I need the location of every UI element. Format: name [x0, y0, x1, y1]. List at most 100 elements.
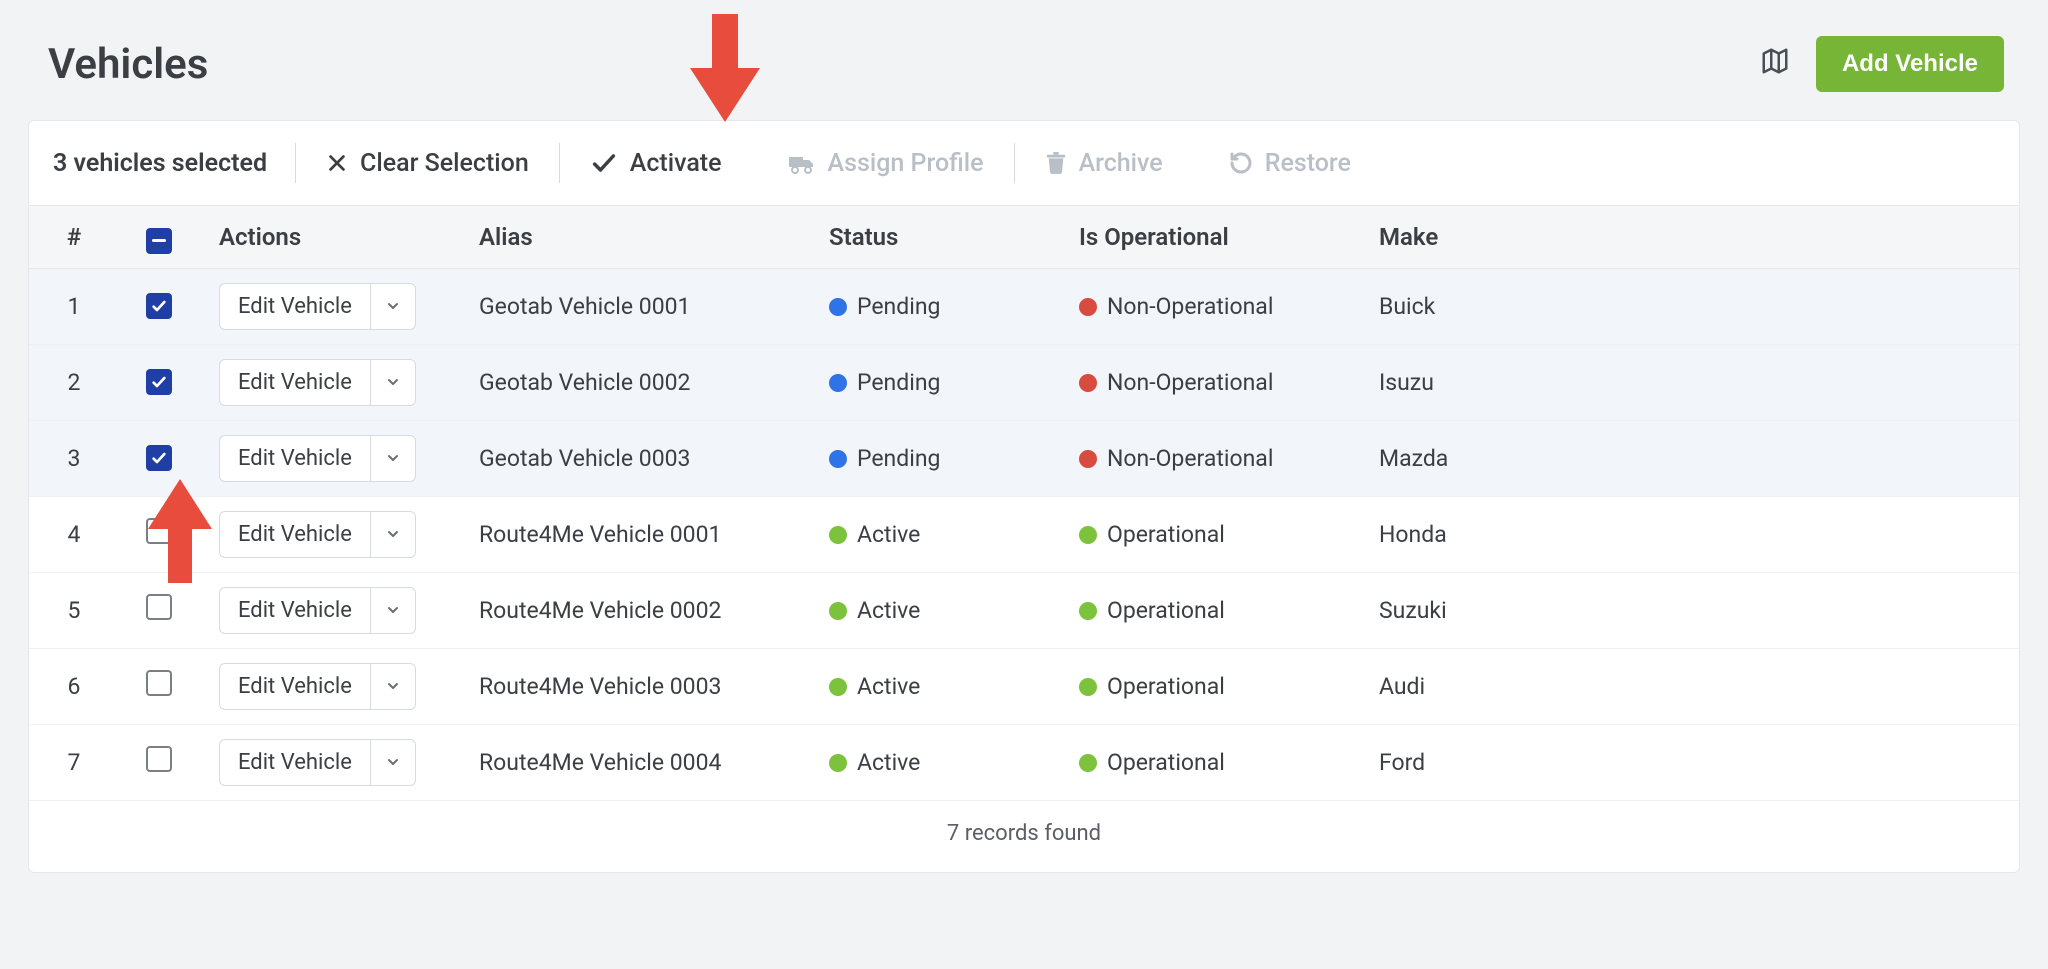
close-icon [326, 152, 348, 174]
cell-make: Suzuki [1359, 572, 2019, 648]
edit-vehicle-button[interactable]: Edit Vehicle [219, 739, 416, 786]
row-number: 2 [29, 344, 119, 420]
selected-count: 3 vehicles selected [53, 149, 267, 178]
edit-vehicle-caret[interactable] [370, 360, 415, 405]
assign-profile-label: Assign Profile [828, 149, 984, 178]
operational-dot-icon [1079, 450, 1097, 468]
row-checkbox[interactable] [146, 369, 172, 395]
status-dot-icon [829, 754, 847, 772]
table-row: 5 Edit Vehicle Route4Me Vehicle 0002 Act… [29, 572, 2019, 648]
edit-vehicle-label: Edit Vehicle [220, 588, 370, 633]
cell-alias: Route4Me Vehicle 0003 [459, 648, 809, 724]
add-vehicle-button[interactable]: Add Vehicle [1816, 36, 2004, 92]
cell-is-operational: Non-Operational [1059, 268, 1359, 344]
row-checkbox[interactable] [146, 445, 172, 471]
cell-status: Pending [809, 268, 1059, 344]
edit-vehicle-button[interactable]: Edit Vehicle [219, 435, 416, 482]
cell-is-operational: Operational [1059, 572, 1359, 648]
table-row: 4 Edit Vehicle Route4Me Vehicle 0001 Act… [29, 496, 2019, 572]
select-all-checkbox[interactable] [146, 228, 172, 254]
cell-make: Honda [1359, 496, 2019, 572]
cell-alias: Geotab Vehicle 0002 [459, 344, 809, 420]
archive-button[interactable]: Archive [1039, 145, 1169, 182]
cell-status: Active [809, 648, 1059, 724]
chevron-down-icon [385, 673, 401, 700]
vehicles-panel: 3 vehicles selected Clear Selection Acti… [28, 120, 2020, 873]
row-checkbox[interactable] [146, 293, 172, 319]
cell-status: Active [809, 572, 1059, 648]
status-dot-icon [829, 298, 847, 316]
assign-profile-button[interactable]: Assign Profile [782, 145, 990, 182]
chevron-down-icon [385, 597, 401, 624]
chevron-down-icon [385, 749, 401, 776]
restore-icon [1229, 151, 1253, 175]
restore-label: Restore [1265, 149, 1351, 178]
truck-icon [788, 151, 816, 175]
edit-vehicle-label: Edit Vehicle [220, 284, 370, 329]
activate-label: Activate [630, 149, 722, 178]
header-alias[interactable]: Alias [459, 206, 809, 268]
callout-arrow-up-icon [148, 479, 212, 589]
edit-vehicle-label: Edit Vehicle [220, 512, 370, 557]
operational-dot-icon [1079, 678, 1097, 696]
header-actions: Actions [199, 206, 459, 268]
edit-vehicle-button[interactable]: Edit Vehicle [219, 283, 416, 330]
row-number: 3 [29, 420, 119, 496]
cell-status: Pending [809, 420, 1059, 496]
edit-vehicle-caret[interactable] [370, 284, 415, 329]
cell-make: Audi [1359, 648, 2019, 724]
clear-selection-label: Clear Selection [360, 149, 529, 178]
operational-dot-icon [1079, 754, 1097, 772]
chevron-down-icon [385, 521, 401, 548]
cell-alias: Geotab Vehicle 0003 [459, 420, 809, 496]
row-checkbox[interactable] [146, 594, 172, 620]
cell-is-operational: Non-Operational [1059, 420, 1359, 496]
cell-status: Active [809, 496, 1059, 572]
header-num[interactable]: # [29, 206, 119, 268]
status-dot-icon [829, 602, 847, 620]
header-make[interactable]: Make [1359, 206, 2019, 268]
activate-button[interactable]: Activate [584, 145, 728, 182]
divider [1014, 143, 1015, 183]
restore-button[interactable]: Restore [1223, 145, 1357, 182]
operational-dot-icon [1079, 298, 1097, 316]
header-checkbox[interactable] [119, 206, 199, 268]
row-number: 6 [29, 648, 119, 724]
table-row: 7 Edit Vehicle Route4Me Vehicle 0004 Act… [29, 724, 2019, 800]
row-number: 5 [29, 572, 119, 648]
operational-dot-icon [1079, 374, 1097, 392]
edit-vehicle-button[interactable]: Edit Vehicle [219, 511, 416, 558]
clear-selection-button[interactable]: Clear Selection [320, 145, 535, 182]
edit-vehicle-caret[interactable] [370, 436, 415, 481]
edit-vehicle-caret[interactable] [370, 664, 415, 709]
archive-label: Archive [1079, 149, 1163, 178]
header-status[interactable]: Status [809, 206, 1059, 268]
status-dot-icon [829, 526, 847, 544]
map-link[interactable] [1760, 46, 1790, 82]
callout-arrow-down-icon [690, 14, 760, 128]
cell-alias: Geotab Vehicle 0001 [459, 268, 809, 344]
divider [295, 143, 296, 183]
table-row: 2 Edit Vehicle Geotab Vehicle 0002 Pendi… [29, 344, 2019, 420]
edit-vehicle-caret[interactable] [370, 512, 415, 557]
records-footer: 7 records found [29, 801, 2019, 872]
edit-vehicle-caret[interactable] [370, 740, 415, 785]
edit-vehicle-button[interactable]: Edit Vehicle [219, 663, 416, 710]
cell-make: Isuzu [1359, 344, 2019, 420]
row-number: 1 [29, 268, 119, 344]
vehicles-table: # Actions Alias Status Is Operational Ma… [29, 206, 2019, 801]
table-row: 6 Edit Vehicle Route4Me Vehicle 0003 Act… [29, 648, 2019, 724]
row-checkbox[interactable] [146, 746, 172, 772]
edit-vehicle-button[interactable]: Edit Vehicle [219, 587, 416, 634]
edit-vehicle-label: Edit Vehicle [220, 436, 370, 481]
status-dot-icon [829, 678, 847, 696]
check-icon [590, 149, 618, 177]
edit-vehicle-button[interactable]: Edit Vehicle [219, 359, 416, 406]
table-row: 1 Edit Vehicle Geotab Vehicle 0001 Pendi… [29, 268, 2019, 344]
status-dot-icon [829, 450, 847, 468]
edit-vehicle-label: Edit Vehicle [220, 740, 370, 785]
header-is-operational[interactable]: Is Operational [1059, 206, 1359, 268]
edit-vehicle-caret[interactable] [370, 588, 415, 633]
row-checkbox[interactable] [146, 670, 172, 696]
cell-make: Ford [1359, 724, 2019, 800]
